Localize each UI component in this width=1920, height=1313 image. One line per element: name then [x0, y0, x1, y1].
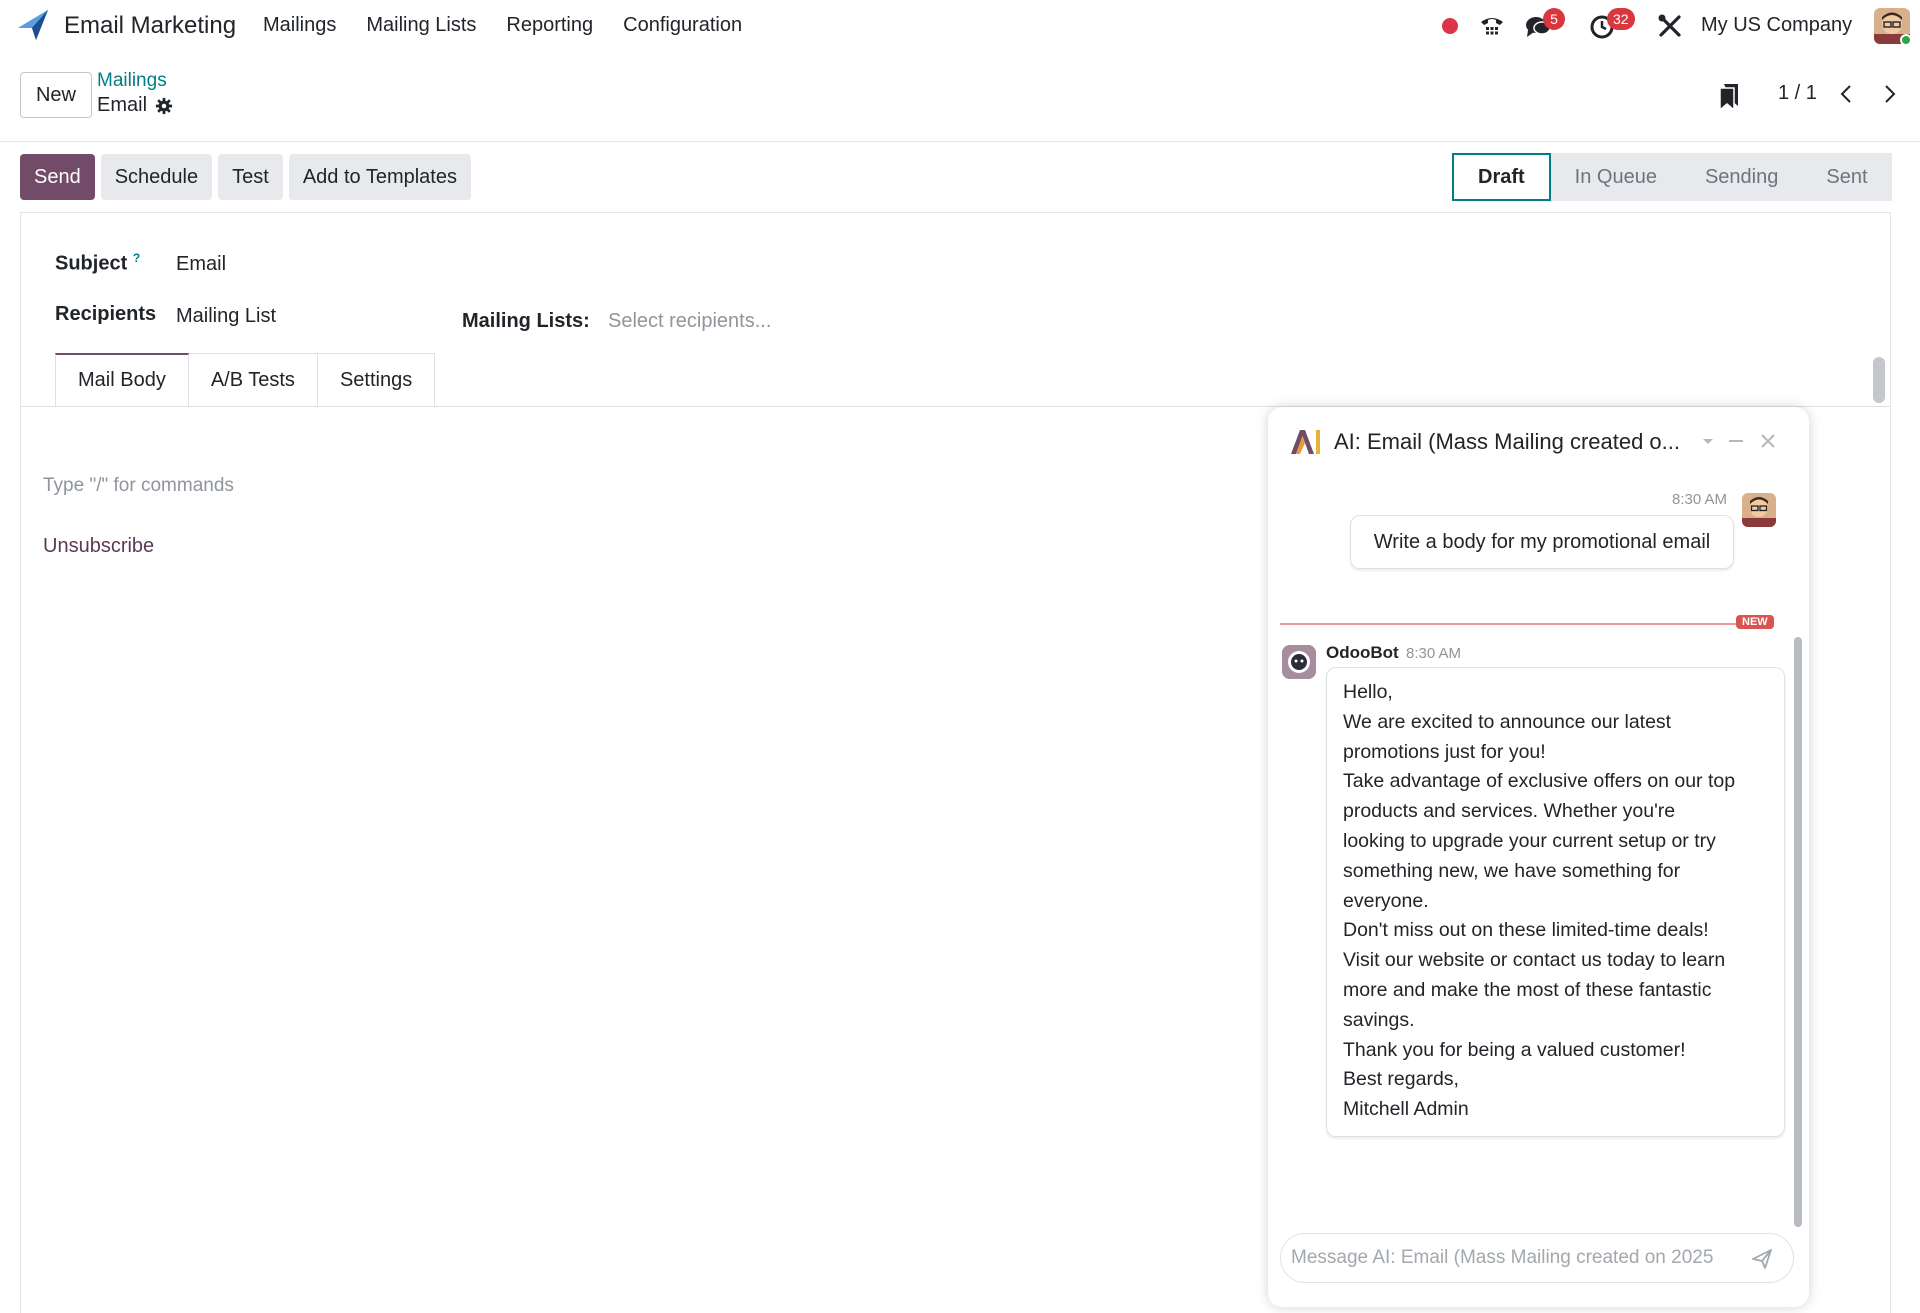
bot-message-line: Take advantage of exclusive offers on ou…	[1343, 770, 1736, 793]
bot-message-line: Hello,	[1343, 681, 1393, 703]
sheet-scrollbar[interactable]	[1873, 357, 1885, 403]
recipients-label: Recipients	[55, 303, 157, 325]
gear-icon[interactable]	[155, 97, 173, 115]
subject-label-text: Subject	[55, 252, 128, 275]
action-buttons: Send Schedule Test Add to Templates	[20, 154, 471, 200]
bot-message-line: Mitchell Admin	[1343, 1098, 1469, 1121]
bot-message-line: Visit our website or contact us today to…	[1343, 949, 1726, 972]
odoobot-avatar	[1282, 645, 1316, 679]
unsubscribe-link[interactable]: Unsubscribe	[43, 535, 154, 558]
new-button[interactable]: New	[20, 72, 92, 118]
chevron-down-icon[interactable]	[1698, 431, 1718, 451]
tab-settings[interactable]: Settings	[317, 353, 436, 406]
mailing-lists-label: Mailing Lists:	[462, 310, 590, 332]
bot-name: OdooBot	[1326, 643, 1399, 662]
breadcrumb-current: Email	[97, 94, 173, 117]
send-button[interactable]: Send	[20, 154, 95, 200]
bot-message-line: looking to upgrade your current setup or…	[1343, 829, 1716, 852]
breadcrumb-mailings[interactable]: Mailings	[97, 70, 167, 92]
tab-mail-body[interactable]: Mail Body	[55, 353, 189, 406]
stage-sent[interactable]: Sent	[1802, 153, 1891, 201]
breadcrumb-current-label: Email	[97, 94, 148, 116]
debug-tools-icon[interactable]	[1656, 12, 1684, 40]
bookmark-icon[interactable]	[1718, 82, 1740, 110]
send-icon[interactable]	[1751, 1248, 1773, 1270]
chat-header[interactable]: AI: Email (Mass Mailing created o...	[1268, 407, 1809, 473]
bot-message-time: 8:30 AM	[1406, 645, 1462, 662]
bot-message-line: savings.	[1343, 1008, 1415, 1031]
activity-badge: 32	[1607, 8, 1635, 30]
phone-icon[interactable]	[1478, 12, 1506, 40]
new-messages-badge: NEW	[1736, 615, 1774, 629]
user-message-avatar	[1742, 493, 1776, 527]
form-tabs: Mail Body A/B Tests Settings	[55, 353, 436, 406]
control-panel: New Mailings Email 1 / 1	[0, 52, 1920, 142]
ai-logo-icon	[1291, 430, 1320, 454]
subject-label: Subject ?	[55, 251, 140, 276]
bot-message-line: Best regards,	[1343, 1068, 1459, 1091]
subject-field[interactable]: Email	[176, 253, 226, 276]
chevron-left-icon[interactable]	[1836, 80, 1856, 108]
close-icon[interactable]	[1758, 431, 1778, 451]
company-switcher[interactable]: My US Company	[1701, 14, 1852, 37]
bot-message-line: promotions just for you!	[1343, 740, 1546, 763]
bot-message-line: Don't miss out on these limited-time dea…	[1343, 919, 1709, 942]
main-menu: Mailings Mailing Lists Reporting Configu…	[263, 14, 772, 37]
ai-chat-window: AI: Email (Mass Mailing created o... 8:3…	[1268, 407, 1809, 1307]
stage-sending[interactable]: Sending	[1681, 153, 1802, 201]
editor-command-hint[interactable]: Type "/" for commands	[43, 475, 234, 497]
menu-mailings[interactable]: Mailings	[263, 14, 336, 37]
mailing-lists-input[interactable]: Select recipients...	[608, 310, 771, 333]
chat-title[interactable]: AI: Email (Mass Mailing created o...	[1334, 429, 1694, 455]
tab-ab-tests[interactable]: A/B Tests	[188, 353, 318, 406]
bot-message-line: more and make the most of these fantasti…	[1343, 978, 1712, 1001]
recipients-field[interactable]: Mailing List	[176, 305, 276, 328]
user-message-time: 8:30 AM	[1672, 491, 1728, 508]
bot-message-line: Thank you for being a valued customer!	[1343, 1038, 1686, 1061]
app-name[interactable]: Email Marketing	[64, 12, 236, 40]
subject-help-icon[interactable]: ?	[133, 251, 140, 265]
menu-reporting[interactable]: Reporting	[506, 14, 593, 37]
status-bar: Draft In Queue Sending Sent	[1452, 153, 1892, 201]
chevron-right-icon[interactable]	[1880, 80, 1900, 108]
messages-badge: 5	[1543, 8, 1565, 30]
pager-value[interactable]: 1 / 1	[1778, 82, 1817, 105]
online-status-icon	[1900, 34, 1912, 46]
bot-message-line: something new, we have something for	[1343, 859, 1681, 882]
chat-composer	[1280, 1233, 1794, 1283]
stage-in-queue[interactable]: In Queue	[1551, 153, 1681, 201]
chat-scrollbar[interactable]	[1794, 637, 1802, 1227]
new-messages-separator	[1280, 623, 1750, 625]
top-navbar: Email Marketing Mailings Mailing Lists R…	[0, 0, 1920, 52]
user-message-bubble: Write a body for my promotional email	[1350, 515, 1734, 569]
bot-message-bubble: Hello, We are excited to announce our la…	[1326, 667, 1785, 1137]
add-to-templates-button[interactable]: Add to Templates	[288, 154, 471, 200]
test-button[interactable]: Test	[218, 154, 283, 200]
bot-message-line: We are excited to announce our latest	[1343, 710, 1672, 733]
recording-indicator-icon[interactable]	[1442, 18, 1458, 34]
menu-mailing-lists[interactable]: Mailing Lists	[366, 14, 476, 37]
minimize-icon[interactable]	[1726, 431, 1746, 451]
bot-message-line: products and services. Whether you're	[1343, 800, 1676, 823]
chat-message-input[interactable]	[1291, 1247, 1739, 1269]
schedule-button[interactable]: Schedule	[100, 154, 213, 200]
email-marketing-logo-icon[interactable]	[16, 8, 50, 42]
menu-configuration[interactable]: Configuration	[623, 14, 742, 37]
bot-message-line: everyone.	[1343, 889, 1429, 912]
stage-draft[interactable]: Draft	[1452, 153, 1551, 201]
